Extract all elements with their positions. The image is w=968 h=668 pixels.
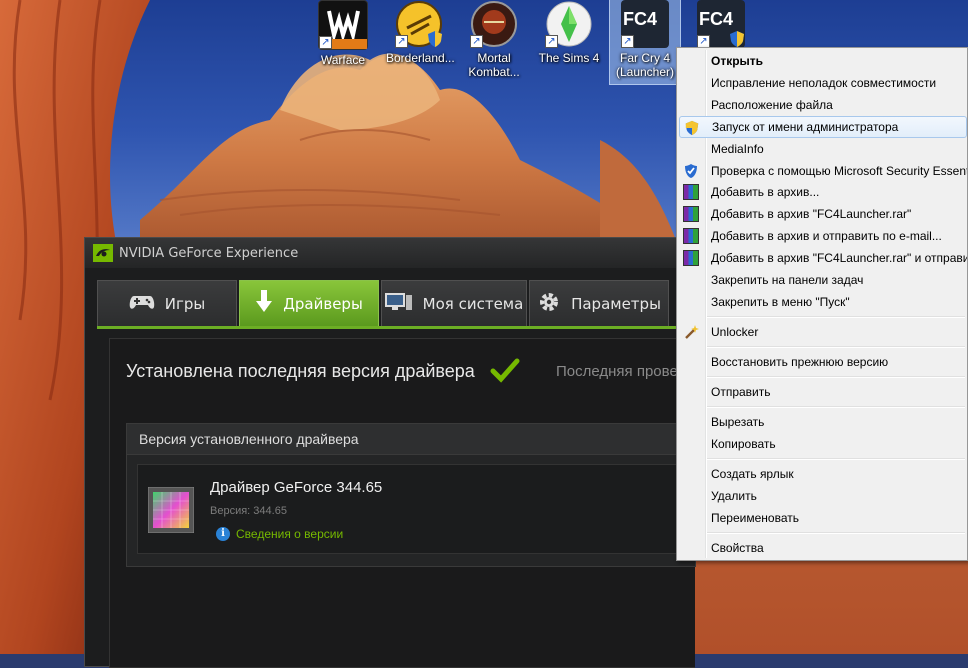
menu-item-delete[interactable]: Удалить — [679, 485, 967, 507]
shortcut-arrow-icon: ↗ — [319, 36, 332, 49]
unlocker-wand-icon — [685, 325, 699, 339]
menu-item-run-as-administrator[interactable]: Запуск от имени администратора — [679, 116, 967, 138]
menu-item-troubleshoot-compatibility[interactable]: Исправление неполадок совместимости — [679, 72, 967, 94]
tab-bar: Игры Драйверы Моя система Параметры — [97, 280, 671, 326]
sims4-icon: ↗ — [545, 0, 593, 48]
context-menu: Открыть Исправление неполадок совместимо… — [676, 47, 968, 561]
menu-item-add-to-fc4launcher-rar[interactable]: Добавить в архив "FC4Launcher.rar" — [679, 203, 967, 225]
gamepad-icon — [129, 293, 155, 315]
tab-games[interactable]: Игры — [97, 280, 237, 326]
menu-item-rename[interactable]: Переименовать — [679, 507, 967, 529]
menu-item-properties[interactable]: Свойства — [679, 537, 967, 559]
uac-shield-icon — [730, 31, 744, 47]
desktop-icon-fc4[interactable]: FC4 ↗ — [688, 0, 754, 51]
desktop-icon-warface[interactable]: ↗ Warface — [310, 0, 376, 67]
checkmark-icon — [490, 358, 520, 383]
tab-settings[interactable]: Параметры — [529, 280, 669, 326]
driver-status-title: Установлена последняя версия драйвера — [126, 361, 475, 381]
menu-item-open-file-location[interactable]: Расположение файла — [679, 94, 967, 116]
shortcut-arrow-icon: ↗ — [621, 35, 634, 48]
menu-item-copy[interactable]: Копировать — [679, 433, 967, 455]
menu-item-send-to[interactable]: Отправить — [679, 381, 967, 403]
last-check-text: Последняя провер — [556, 363, 687, 380]
menu-item-scan-security-essentials[interactable]: Проверка с помощью Microsoft Security Es… — [679, 160, 967, 182]
installed-driver-heading: Версия установленного драйвера — [127, 424, 695, 455]
driver-name: Драйвер GeForce 344.65 — [210, 479, 383, 496]
winrar-icon — [683, 206, 699, 222]
geforce-experience-window: NVIDIA GeForce Experience Игры Драйверы … — [84, 237, 697, 668]
monitor-icon — [384, 292, 413, 316]
desktop-icon-label-line1: Far Cry 4 — [619, 51, 670, 65]
desktop-icon-far-cry-4-launcher[interactable]: FC4 ↗ Far Cry 4 (Launcher) — [609, 0, 681, 85]
menu-item-add-to-fc4launcher-rar-and-email[interactable]: Добавить в архив "FC4Launcher.rar" и отп… — [679, 247, 967, 269]
menu-separator — [707, 458, 965, 460]
mortal-kombat-icon: ↗ — [470, 0, 518, 48]
menu-separator — [707, 376, 965, 378]
menu-item-open[interactable]: Открыть — [679, 50, 967, 72]
menu-item-add-to-archive-and-email[interactable]: Добавить в архив и отправить по e-mail..… — [679, 225, 967, 247]
shortcut-arrow-icon: ↗ — [470, 35, 483, 48]
gpu-chip-icon — [148, 487, 194, 533]
shortcut-arrow-icon: ↗ — [545, 35, 558, 48]
menu-item-unlocker[interactable]: Unlocker — [679, 321, 967, 343]
menu-item-pin-to-start-menu[interactable]: Закрепить в меню "Пуск" — [679, 291, 967, 313]
download-arrow-icon — [255, 289, 273, 318]
driver-card: Драйвер GeForce 344.65 Версия: 344.65 i … — [137, 464, 697, 554]
warface-icon: ↗ — [318, 0, 368, 50]
menu-item-pin-to-taskbar[interactable]: Закрепить на панели задач — [679, 269, 967, 291]
driver-version: Версия: 344.65 — [210, 505, 287, 517]
menu-item-add-to-archive[interactable]: Добавить в архив... — [679, 181, 967, 203]
nvidia-logo-icon — [93, 244, 113, 262]
tab-label: Параметры — [571, 294, 661, 313]
menu-item-create-shortcut[interactable]: Создать ярлык — [679, 463, 967, 485]
desktop-icon-mortal-kombat[interactable]: ↗ Mortal Kombat... — [461, 0, 527, 79]
winrar-icon — [683, 184, 699, 200]
fc4-icon: FC4 ↗ — [621, 0, 669, 48]
shortcut-arrow-icon: ↗ — [395, 35, 408, 48]
release-notes-link[interactable]: i Сведения о версии — [216, 527, 343, 541]
menu-separator — [707, 406, 965, 408]
desktop-icon-label-line2: (Launcher) — [615, 65, 675, 79]
tab-label: Драйверы — [283, 294, 363, 313]
winrar-icon — [683, 228, 699, 244]
release-notes-label: Сведения о версии — [236, 527, 344, 541]
desktop-icon-label: Borderland... — [386, 51, 455, 65]
desktop-icon-label: The Sims 4 — [538, 51, 600, 65]
desktop-icon-borderlands[interactable]: ↗ Borderland... — [386, 0, 455, 65]
window-titlebar[interactable]: NVIDIA GeForce Experience — [85, 238, 693, 268]
uac-shield-icon — [685, 120, 699, 136]
menu-separator — [707, 346, 965, 348]
drivers-panel: Установлена последняя версия драйвера По… — [109, 338, 697, 668]
winrar-icon — [683, 250, 699, 266]
desktop-icon-sims4[interactable]: ↗ The Sims 4 — [536, 0, 602, 65]
menu-separator — [707, 532, 965, 534]
desktop-icon-label-line2: Kombat... — [468, 65, 520, 79]
tab-label: Моя система — [422, 294, 524, 313]
menu-item-cut[interactable]: Вырезать — [679, 411, 967, 433]
gear-icon — [537, 290, 561, 318]
window-title: NVIDIA GeForce Experience — [119, 245, 299, 261]
menu-item-restore-previous-versions[interactable]: Восстановить прежнюю версию — [679, 351, 967, 373]
tab-underline — [97, 326, 683, 329]
borderlands-icon: ↗ — [395, 0, 443, 48]
tab-drivers[interactable]: Драйверы — [239, 280, 379, 326]
tab-label: Игры — [164, 294, 206, 313]
fc4-icon: FC4 ↗ — [697, 0, 745, 48]
menu-separator — [707, 316, 965, 318]
uac-shield-icon — [428, 31, 442, 47]
menu-item-mediainfo[interactable]: MediaInfo — [679, 138, 967, 160]
desktop-icon-label-line1: Mortal — [477, 51, 511, 65]
info-icon: i — [216, 527, 230, 541]
tab-my-system[interactable]: Моя система — [381, 280, 527, 326]
desktop-icon-label: Warface — [320, 53, 366, 67]
security-essentials-icon — [685, 164, 697, 178]
installed-driver-box: Версия установленного драйвера Драйвер G… — [126, 423, 697, 567]
